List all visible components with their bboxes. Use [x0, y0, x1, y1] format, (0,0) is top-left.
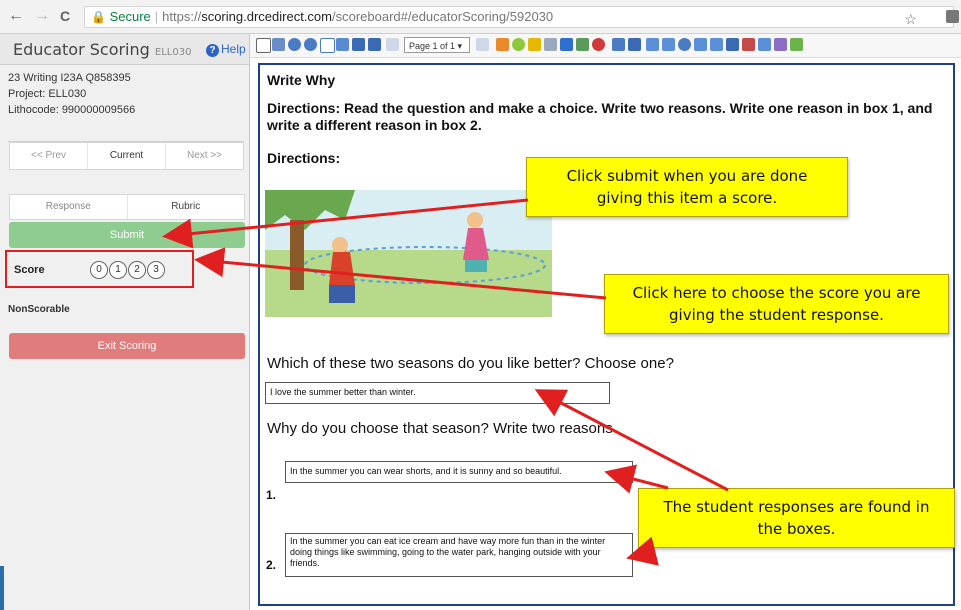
clear-icon[interactable]: [592, 38, 605, 51]
url-path: /scoreboard#/educatorScoring/592030: [331, 9, 554, 24]
zoom-out-icon[interactable]: [304, 38, 317, 51]
search-tool-icon[interactable]: [758, 38, 771, 51]
redo-icon[interactable]: [368, 38, 381, 51]
swap-icon[interactable]: [790, 38, 803, 51]
extension-icon[interactable]: [946, 10, 959, 23]
pointer-tool-icon[interactable]: [256, 38, 271, 53]
url-scheme: https://: [162, 9, 202, 24]
nonscorable-label[interactable]: NonScorable: [8, 304, 70, 315]
eraser-icon[interactable]: [544, 38, 557, 51]
answer-box-1: I love the summer better than winter.: [265, 382, 610, 404]
forward-arrow-icon[interactable]: →: [34, 7, 50, 25]
note-icon[interactable]: [576, 38, 589, 51]
directions-label: Directions:: [267, 150, 341, 166]
reason-1-number: 1.: [266, 488, 277, 502]
previous-page-icon[interactable]: [386, 38, 399, 51]
rotate-icon[interactable]: [336, 38, 349, 51]
tab-rubric[interactable]: Rubric: [128, 195, 245, 219]
score-selector: Score 0 1 2 3: [5, 250, 194, 288]
item-title: Write Why: [267, 72, 336, 88]
score-option-2[interactable]: 2: [128, 261, 146, 279]
url-host: scoring.drcedirect.com: [201, 9, 332, 24]
back-arrow-icon[interactable]: ←: [8, 7, 24, 25]
responses-callout: The student responses are found in the b…: [638, 488, 955, 548]
score-label: Score: [14, 264, 45, 276]
circle-tool-icon[interactable]: [512, 38, 525, 51]
next-button[interactable]: Next >>: [166, 143, 243, 169]
current-button[interactable]: Current: [88, 143, 166, 169]
score-option-0[interactable]: 0: [90, 261, 108, 279]
page-selector[interactable]: Page 1 of 1 ▾: [404, 37, 470, 53]
cut-icon[interactable]: [742, 38, 755, 51]
annotation-toolbar: Page 1 of 1 ▾: [250, 34, 961, 58]
prev-button[interactable]: << Prev: [10, 143, 88, 169]
secure-label: Secure: [109, 9, 151, 24]
response-box-2: In the summer you can eat ice cream and …: [285, 533, 633, 577]
submit-button[interactable]: Submit: [9, 222, 245, 248]
reload-icon[interactable]: C: [60, 8, 70, 24]
next-page-icon[interactable]: [476, 38, 489, 51]
fit-page-icon[interactable]: [320, 38, 335, 53]
sidebar-header: Educator Scoring ELL030 ? Help: [0, 34, 249, 65]
decorative-stripe: [0, 566, 4, 610]
help-icon: ?: [206, 44, 219, 57]
submit-callout: Click submit when you are done giving th…: [526, 157, 848, 217]
copy-icon[interactable]: [612, 38, 625, 51]
project-line: Project: ELL030: [8, 88, 87, 100]
view-tabs: Response Rubric: [9, 194, 245, 220]
url-field[interactable]: 🔒 Secure | https://scoring.drcedirect.com/…: [84, 6, 954, 28]
grid-icon[interactable]: [726, 38, 739, 51]
lock-icon: 🔒: [91, 10, 106, 24]
reason-2-number: 2.: [266, 558, 277, 572]
down-arrow-icon[interactable]: [646, 38, 659, 51]
print-icon[interactable]: [272, 38, 285, 51]
scoring-sidebar: Educator Scoring ELL030 ? Help 23 Writing…: [0, 34, 250, 610]
line-tool-icon[interactable]: [774, 38, 787, 51]
item-directions: Directions: Read the question and make a…: [267, 100, 933, 133]
zoom-in-icon[interactable]: [288, 38, 301, 51]
highlighter-icon[interactable]: [560, 38, 573, 51]
lithocode-line: Lithocode: 990000009566: [8, 104, 136, 116]
score-callout: Click here to choose the score you are g…: [604, 274, 949, 334]
item-line: 23 Writing I23A Q858395: [8, 72, 131, 84]
bookmark-star-icon[interactable]: ☆: [904, 9, 917, 27]
undo-icon[interactable]: [352, 38, 365, 51]
illustration-image: [265, 190, 552, 317]
pencil-icon[interactable]: [496, 38, 509, 51]
score-option-3[interactable]: 3: [147, 261, 165, 279]
browser-address-bar: ← → C 🔒 Secure | https://scoring.drcedirec…: [0, 0, 961, 34]
project-code: ELL030: [154, 47, 192, 58]
tab-response[interactable]: Response: [10, 195, 128, 219]
print-page-icon[interactable]: [628, 38, 641, 51]
window-icon[interactable]: [694, 38, 707, 51]
score-option-1[interactable]: 1: [109, 261, 127, 279]
question-2: Why do you choose that season? Write two…: [267, 420, 613, 437]
help-tool-icon[interactable]: [678, 38, 691, 51]
response-box-1: In the summer you can wear shorts, and i…: [285, 461, 633, 483]
up-arrow-icon[interactable]: [662, 38, 675, 51]
sidebar-title: Educator Scoring ELL030: [13, 40, 192, 59]
response-navigation: << Prev Current Next >>: [9, 142, 244, 170]
layers-icon[interactable]: [710, 38, 723, 51]
triangle-tool-icon[interactable]: [528, 38, 541, 51]
question-1: Which of these two seasons do you like b…: [267, 355, 674, 372]
exit-scoring-button[interactable]: Exit Scoring: [9, 333, 245, 359]
help-link[interactable]: ? Help: [206, 42, 246, 57]
